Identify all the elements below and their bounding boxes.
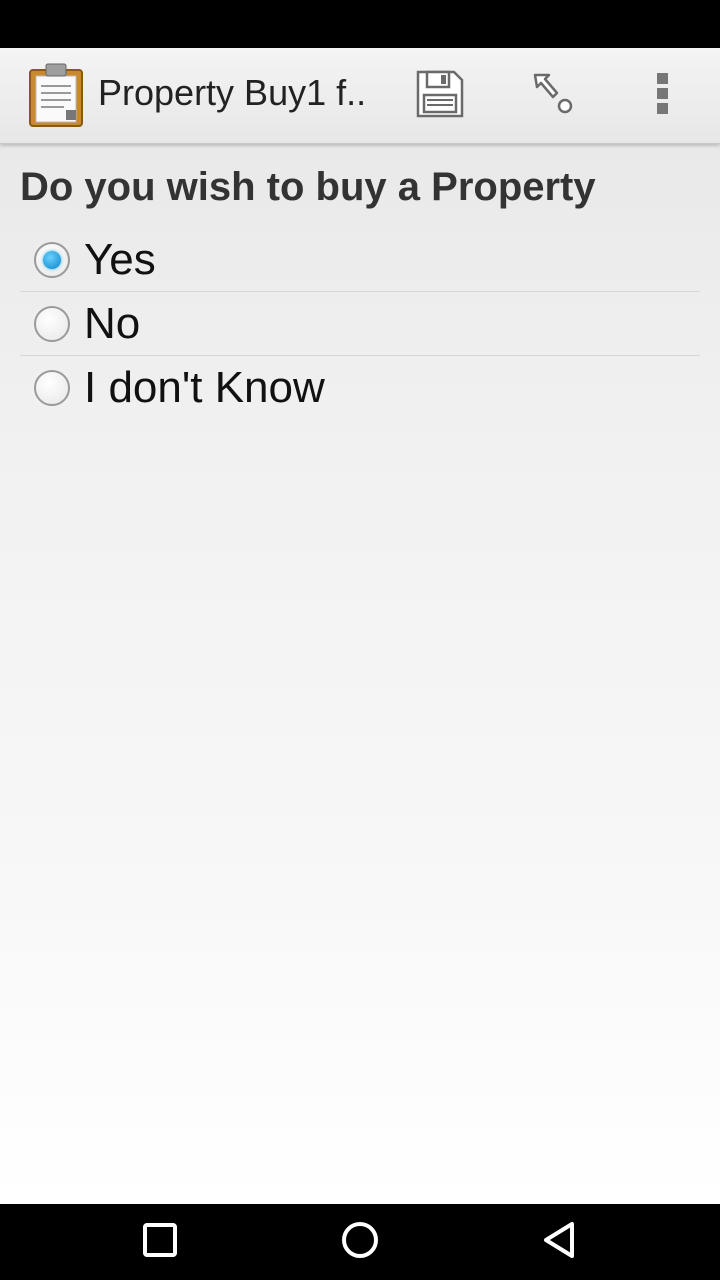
question-text: Do you wish to buy a Property xyxy=(20,165,596,209)
overflow-icon xyxy=(653,71,673,122)
radio-unchecked-icon[interactable] xyxy=(34,305,70,342)
option-label: I don't Know xyxy=(84,363,325,412)
option-label: No xyxy=(84,298,141,348)
answer-radio-group: Yes No I don't Know xyxy=(20,228,700,420)
overflow-menu-button[interactable] xyxy=(633,66,693,126)
action-bar: Property Buy1 f.. xyxy=(0,48,720,144)
option-dont-know[interactable]: I don't Know xyxy=(20,356,700,420)
go-to-prompt-button[interactable] xyxy=(522,66,582,126)
back-icon xyxy=(540,1220,580,1265)
radio-unchecked-icon[interactable] xyxy=(34,370,70,406)
recents-icon xyxy=(142,1222,178,1263)
form-content: Do you wish to buy a Property Yes No I d… xyxy=(0,144,720,1204)
radio-checked-icon[interactable] xyxy=(34,241,70,278)
navigation-bar xyxy=(0,1204,720,1280)
save-button[interactable] xyxy=(410,66,470,126)
goto-icon xyxy=(527,69,577,124)
option-label: Yes xyxy=(84,234,156,284)
home-icon xyxy=(340,1220,380,1265)
back-button[interactable] xyxy=(536,1218,584,1266)
recents-button[interactable] xyxy=(136,1218,184,1266)
option-yes[interactable]: Yes xyxy=(20,228,700,292)
app-title: Property Buy1 f.. xyxy=(98,72,367,113)
option-no[interactable]: No xyxy=(20,292,700,356)
clipboard-icon[interactable] xyxy=(24,62,88,128)
save-icon xyxy=(415,69,465,124)
status-bar xyxy=(0,0,720,48)
home-button[interactable] xyxy=(336,1218,384,1266)
